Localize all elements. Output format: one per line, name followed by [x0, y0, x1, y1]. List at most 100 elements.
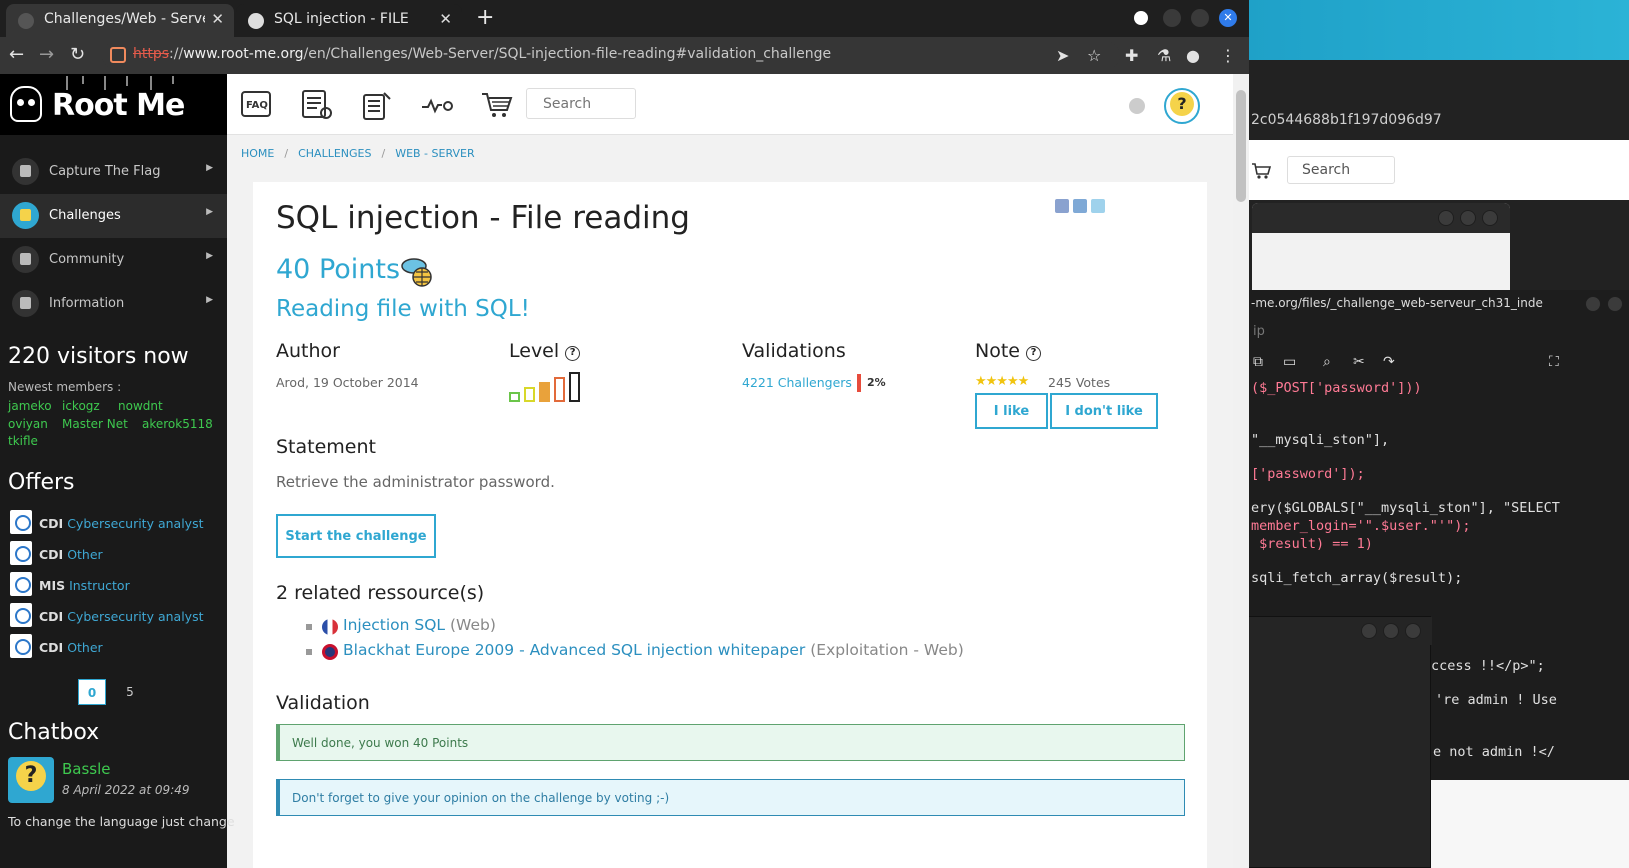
copy-icon: ⧉ — [1253, 354, 1263, 370]
linkedin-icon[interactable] — [1073, 199, 1087, 213]
fullscreen-icon: ⛶ — [1549, 354, 1559, 370]
information-icon — [12, 290, 39, 317]
tab-challenges[interactable]: Challenges/Web - Server ✕ — [6, 4, 234, 37]
member-link[interactable]: Master Net — [62, 416, 142, 434]
code-line: e not admin !</ — [1433, 744, 1555, 760]
extensions-icon[interactable]: ✚ — [1125, 46, 1138, 65]
offers-list: CDI Cybersecurity analyst CDI Other MIS … — [8, 508, 223, 663]
challenges-icon — [12, 202, 39, 229]
tab-search-icon[interactable] — [1134, 11, 1148, 25]
background-cart-icon — [1252, 163, 1271, 179]
maximize-icon[interactable] — [1191, 9, 1209, 27]
network-icon[interactable] — [420, 89, 454, 121]
company-logo-icon — [10, 572, 32, 596]
offer-link[interactable]: Other — [67, 640, 103, 655]
related-link[interactable]: Injection SQL — [343, 616, 445, 634]
member-link[interactable]: nowdnt — [118, 398, 163, 416]
offer-link[interactable]: Cybersecurity analyst — [67, 516, 203, 531]
breadcrumb-home[interactable]: HOME — [241, 147, 274, 160]
code-viewer-toolbar: ⧉ ▭ ⌕ ✂ ↷ ⛶ — [1249, 350, 1629, 378]
window-dot-icon — [1405, 623, 1421, 639]
rating-stars: ★★★★★ — [975, 374, 1029, 389]
author-value[interactable]: Arod, 19 October 2014 — [276, 375, 419, 390]
background-search: Search — [1287, 156, 1395, 184]
offer-item[interactable]: CDI Other — [8, 539, 223, 570]
back-icon[interactable]: ← — [9, 44, 24, 65]
tab-title: SQL injection - FILE — [274, 11, 409, 27]
dislike-button[interactable]: I don't like — [1050, 393, 1158, 429]
sidebar-item-community[interactable]: Community ▶ — [0, 238, 227, 282]
pager-current[interactable]: 0 — [78, 679, 106, 705]
sidebar-menu: Capture The Flag ▶ Challenges ▶ Communit… — [0, 150, 227, 326]
member-link[interactable]: akerok5118 — [142, 416, 213, 434]
faq-icon[interactable]: FAQ — [240, 89, 274, 121]
window-dot-icon — [1460, 210, 1476, 226]
search-input[interactable] — [526, 88, 636, 119]
breadcrumb-challenges[interactable]: CHALLENGES — [298, 147, 371, 160]
level-bar — [569, 372, 580, 402]
member-link[interactable]: ickogz — [62, 398, 118, 416]
members-list: jameko ickogz nowdnt oviyan Master Net akero… — [8, 398, 223, 451]
insecure-warning-icon[interactable] — [110, 47, 126, 63]
window-dot-icon — [1607, 296, 1623, 312]
documentation-icon[interactable] — [300, 89, 334, 121]
help-icon[interactable]: ? — [1025, 346, 1041, 361]
company-logo-icon — [10, 603, 32, 627]
chat-username[interactable]: Bassle — [62, 760, 111, 778]
close-tab-icon[interactable]: ✕ — [205, 10, 224, 28]
validations-link[interactable]: 4221 Challengers — [742, 375, 852, 390]
menu-kebab-icon[interactable]: ⋮ — [1220, 46, 1236, 65]
member-link[interactable]: oviyan — [8, 416, 62, 434]
related-link[interactable]: Blackhat Europe 2009 - Advanced SQL inje… — [343, 641, 805, 659]
offer-item[interactable]: CDI Cybersecurity analyst — [8, 601, 223, 632]
code-line: member_login='".$user."'"); — [1251, 518, 1471, 534]
language-flag-icon[interactable] — [1129, 98, 1145, 114]
logo[interactable]: Root Me — [0, 74, 227, 135]
shop-cart-icon[interactable] — [480, 89, 514, 121]
sidebar-item-challenges[interactable]: Challenges ▶ — [0, 194, 227, 238]
newest-members-label: Newest members : — [8, 380, 122, 394]
offers-title: Offers — [8, 470, 75, 495]
breadcrumb-web-server[interactable]: WEB - SERVER — [395, 147, 474, 160]
uk-flag-icon — [322, 644, 338, 660]
chevron-right-icon: ▶ — [206, 163, 213, 173]
difficulty-level — [509, 372, 589, 402]
challenge-points: 40 Points — [276, 254, 401, 285]
offer-link[interactable]: Cybersecurity analyst — [67, 609, 203, 624]
new-tab-button[interactable]: + — [476, 5, 494, 30]
globe-icon — [248, 13, 264, 29]
pager-next[interactable]: 5 — [116, 679, 144, 705]
chat-avatar[interactable] — [8, 757, 54, 803]
validation-heading: Validation — [276, 692, 370, 714]
page-scrollbar[interactable] — [1233, 74, 1249, 868]
labs-icon[interactable]: ⚗ — [1157, 46, 1171, 65]
help-icon[interactable]: ? — [565, 346, 581, 361]
like-button[interactable]: I like — [975, 393, 1048, 429]
offer-link[interactable]: Instructor — [69, 578, 130, 593]
close-window-icon[interactable]: ✕ — [1219, 9, 1237, 27]
offer-item[interactable]: CDI Other — [8, 632, 223, 663]
forward-icon[interactable]: → — [39, 44, 54, 65]
sidebar-item-information[interactable]: Information ▶ — [0, 282, 227, 326]
offer-item[interactable]: MIS Instructor — [8, 570, 223, 601]
member-link[interactable]: tkifle — [8, 433, 38, 451]
start-challenge-button[interactable]: Start the challenge — [276, 514, 436, 558]
member-link[interactable]: jameko — [8, 398, 62, 416]
sidebar-item-capture-the-flag[interactable]: Capture The Flag ▶ — [0, 150, 227, 194]
reload-icon[interactable]: ↻ — [70, 44, 85, 65]
twitter-icon[interactable] — [1091, 199, 1105, 213]
url-field[interactable]: https://www.root-me.org/en/Challenges/We… — [102, 41, 1120, 70]
user-avatar[interactable] — [1164, 88, 1200, 124]
offer-link[interactable]: Other — [67, 547, 103, 562]
minimize-icon[interactable] — [1163, 9, 1181, 27]
close-tab-icon[interactable]: ✕ — [439, 10, 452, 28]
statement-text: Retrieve the administrator password. — [276, 473, 555, 491]
facebook-icon[interactable] — [1055, 199, 1069, 213]
profile-icon[interactable]: ● — [1186, 46, 1200, 65]
send-icon[interactable]: ➤ — [1056, 46, 1069, 65]
offer-item[interactable]: CDI Cybersecurity analyst — [8, 508, 223, 539]
breadcrumb: HOME / CHALLENGES / WEB - SERVER — [241, 147, 475, 160]
bookmark-star-icon[interactable]: ☆ — [1087, 46, 1101, 65]
tab-sql-injection[interactable]: SQL injection - FILE ✕ — [236, 4, 462, 37]
tools-icon[interactable] — [360, 89, 394, 121]
